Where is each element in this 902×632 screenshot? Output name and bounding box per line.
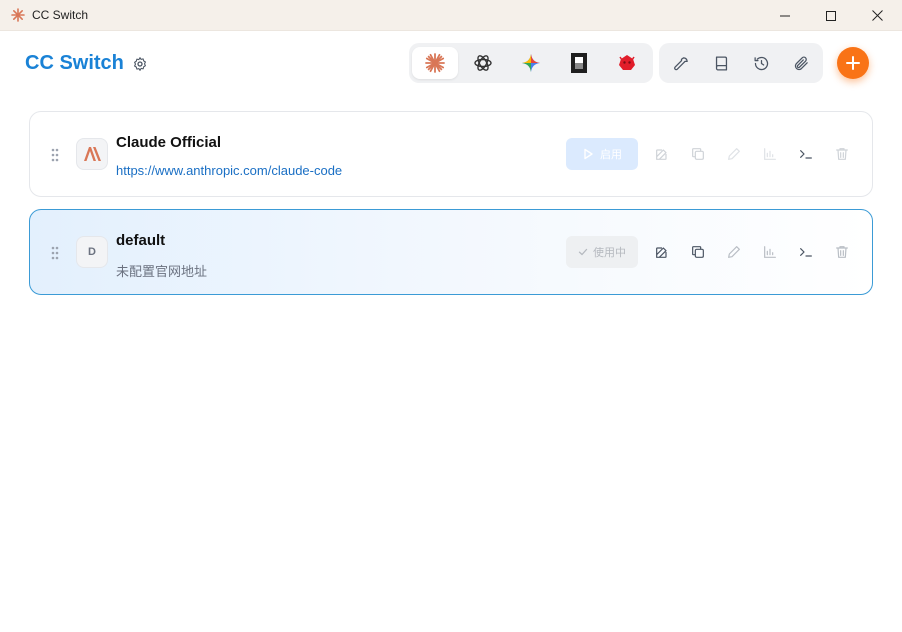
provider-subtitle: 未配置官网地址 xyxy=(116,264,208,279)
settings-button[interactable] xyxy=(130,54,150,74)
close-button[interactable] xyxy=(854,0,900,31)
trash-icon xyxy=(836,148,848,160)
provider-name: default xyxy=(116,232,166,249)
terminal-button[interactable] xyxy=(794,240,818,264)
config-edit-button[interactable] xyxy=(722,240,746,264)
duplicate-button[interactable] xyxy=(686,240,710,264)
red-bot-icon xyxy=(619,55,635,70)
bar-chart-icon xyxy=(764,246,776,258)
claude-icon xyxy=(425,53,445,73)
gear-icon xyxy=(134,57,146,71)
drag-handle-icon[interactable] xyxy=(50,245,60,261)
brand-title: CC Switch xyxy=(25,52,124,74)
in-use-button[interactable]: 使用中 xyxy=(566,236,638,268)
config-edit-button[interactable] xyxy=(722,142,746,166)
tool-group xyxy=(659,43,823,83)
enable-label: 启用 xyxy=(600,149,622,161)
book-icon xyxy=(715,55,727,71)
trash-icon xyxy=(836,246,848,258)
terminal-icon xyxy=(800,150,812,159)
minimize-icon xyxy=(780,15,790,16)
duplicate-button[interactable] xyxy=(686,142,710,166)
delete-button[interactable] xyxy=(830,142,854,166)
pencil-icon xyxy=(728,246,740,258)
close-icon xyxy=(871,10,883,21)
maximize-icon xyxy=(826,10,836,21)
edit-button[interactable] xyxy=(650,142,674,166)
check-icon xyxy=(578,248,588,256)
provider-avatar: D xyxy=(76,236,108,268)
app-switcher xyxy=(409,43,653,83)
stats-button[interactable] xyxy=(758,240,782,264)
history-icon xyxy=(753,56,768,70)
copy-icon xyxy=(692,246,704,258)
tab-claude[interactable] xyxy=(412,47,458,79)
tab-gemini[interactable] xyxy=(508,47,554,79)
docs-button[interactable] xyxy=(701,47,741,79)
opencode-icon xyxy=(571,53,587,73)
anthropic-logo-icon xyxy=(76,138,108,170)
app-header: CC Switch xyxy=(0,31,902,97)
minimize-button[interactable] xyxy=(762,0,808,31)
tab-other-app[interactable] xyxy=(604,47,650,79)
provider-actions: 使用中 xyxy=(566,236,866,268)
history-button[interactable] xyxy=(741,47,781,79)
terminal-button[interactable] xyxy=(794,142,818,166)
wrench-icon xyxy=(673,56,688,70)
paperclip-icon xyxy=(794,56,808,70)
gemini-icon xyxy=(522,54,540,72)
provider-list: Claude Official https://www.anthropic.co… xyxy=(29,111,873,307)
title-bar: CC Switch xyxy=(0,0,902,31)
tab-opencode[interactable] xyxy=(556,47,602,79)
openai-icon xyxy=(474,55,492,71)
provider-card-active[interactable]: D default 未配置官网地址 使用中 xyxy=(29,209,873,295)
provider-url-link[interactable]: https://www.anthropic.com/claude-code xyxy=(116,163,342,178)
play-icon xyxy=(584,148,593,160)
provider-name: Claude Official xyxy=(116,134,222,151)
tools-button[interactable] xyxy=(661,47,701,79)
delete-button[interactable] xyxy=(830,240,854,264)
add-provider-button[interactable] xyxy=(837,47,869,79)
provider-card[interactable]: Claude Official https://www.anthropic.co… xyxy=(29,111,873,197)
in-use-label: 使用中 xyxy=(593,247,626,259)
drag-handle-icon[interactable] xyxy=(50,147,60,163)
maximize-button[interactable] xyxy=(808,0,854,31)
edit-icon xyxy=(656,247,667,258)
terminal-icon xyxy=(800,248,812,257)
attach-button[interactable] xyxy=(781,47,821,79)
stats-button[interactable] xyxy=(758,142,782,166)
pencil-icon xyxy=(728,148,740,160)
app-logo-icon xyxy=(10,7,26,23)
edit-button[interactable] xyxy=(650,240,674,264)
window-title: CC Switch xyxy=(32,8,89,22)
edit-icon xyxy=(656,149,667,160)
plus-icon xyxy=(846,56,860,70)
enable-button[interactable]: 启用 xyxy=(566,138,638,170)
bar-chart-icon xyxy=(764,148,776,160)
provider-actions: 启用 xyxy=(566,138,866,170)
copy-icon xyxy=(692,148,704,160)
tab-openai[interactable] xyxy=(460,47,506,79)
